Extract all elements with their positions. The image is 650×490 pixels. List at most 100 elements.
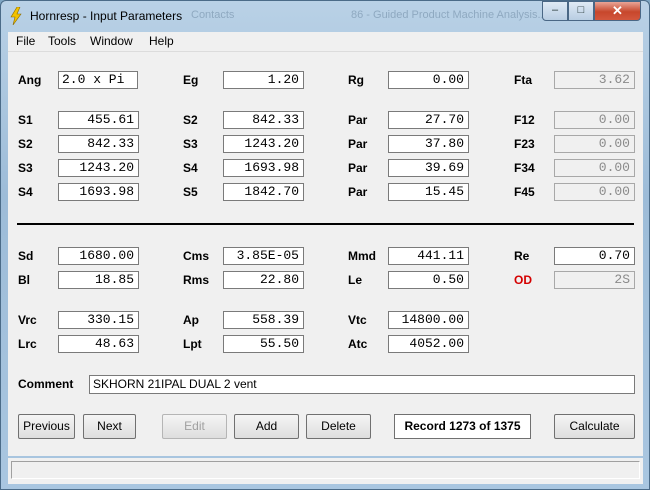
field-vtc[interactable]: 14800.00 bbox=[388, 311, 469, 329]
minimize-button[interactable]: – bbox=[542, 1, 568, 21]
label-s5: S5 bbox=[183, 185, 198, 199]
field-eg[interactable]: 1.20 bbox=[223, 71, 304, 89]
menu-window[interactable]: Window bbox=[90, 34, 133, 48]
comment-input[interactable]: SKHORN 21IPAL DUAL 2 vent bbox=[89, 375, 635, 394]
label-s2-row: S2 bbox=[18, 137, 33, 151]
add-button-label: Add bbox=[255, 419, 278, 433]
field-f34: 0.00 bbox=[554, 159, 635, 177]
label-atc: Atc bbox=[348, 337, 368, 351]
field-fta: 3.62 bbox=[554, 71, 635, 89]
label-eg: Eg bbox=[183, 73, 199, 87]
field-le[interactable]: 0.50 bbox=[388, 271, 469, 289]
label-f34: F34 bbox=[514, 161, 535, 175]
label-f45: F45 bbox=[514, 185, 535, 199]
label-rg: Rg bbox=[348, 73, 364, 87]
label-sd: Sd bbox=[18, 249, 34, 263]
calculate-button-label: Calculate bbox=[569, 419, 620, 433]
label-re: Re bbox=[514, 249, 530, 263]
field-cms[interactable]: 3.85E-05 bbox=[223, 247, 304, 265]
label-vrc: Vrc bbox=[18, 313, 37, 327]
status-bar bbox=[8, 458, 643, 484]
field-re[interactable]: 0.70 bbox=[554, 247, 635, 265]
edit-button[interactable]: Edit bbox=[162, 414, 227, 439]
section-divider bbox=[17, 223, 634, 225]
close-button[interactable]: ✕ bbox=[594, 1, 641, 21]
label-mmd: Mmd bbox=[348, 249, 376, 263]
menu-file[interactable]: File bbox=[16, 34, 35, 48]
field-ap[interactable]: 558.39 bbox=[223, 311, 304, 329]
field-s4[interactable]: 1693.98 bbox=[223, 159, 304, 177]
field-s3[interactable]: 1243.20 bbox=[223, 135, 304, 153]
label-fta: Fta bbox=[514, 73, 532, 87]
label-cms: Cms bbox=[183, 249, 210, 263]
next-button[interactable]: Next bbox=[83, 414, 136, 439]
field-s2-row[interactable]: 842.33 bbox=[58, 135, 139, 153]
field-lrc[interactable]: 48.63 bbox=[58, 335, 139, 353]
label-f12: F12 bbox=[514, 113, 535, 127]
title-bar[interactable]: Hornresp - Input Parameters Contacts 86 … bbox=[1, 1, 649, 31]
label-rms: Rms bbox=[183, 273, 210, 287]
field-par-2[interactable]: 37.80 bbox=[388, 135, 469, 153]
field-od: 2S bbox=[554, 271, 635, 289]
label-lpt: Lpt bbox=[183, 337, 202, 351]
field-f12: 0.00 bbox=[554, 111, 635, 129]
hornresp-window: Hornresp - Input Parameters Contacts 86 … bbox=[0, 0, 650, 490]
edit-button-label: Edit bbox=[184, 419, 205, 433]
label-bl: Bl bbox=[18, 273, 30, 287]
previous-button-label: Previous bbox=[23, 419, 70, 433]
background-window-text: Contacts bbox=[191, 9, 235, 21]
field-f45: 0.00 bbox=[554, 183, 635, 201]
field-s3-row[interactable]: 1243.20 bbox=[58, 159, 139, 177]
label-s3-row: S3 bbox=[18, 161, 33, 175]
label-vtc: Vtc bbox=[348, 313, 367, 327]
field-ang[interactable]: 2.0 x Pi bbox=[58, 71, 138, 89]
calculate-button[interactable]: Calculate bbox=[554, 414, 635, 439]
add-button[interactable]: Add bbox=[234, 414, 299, 439]
field-rg[interactable]: 0.00 bbox=[388, 71, 469, 89]
window-title: Hornresp - Input Parameters bbox=[30, 9, 183, 23]
lightning-app-icon bbox=[10, 7, 22, 25]
delete-button[interactable]: Delete bbox=[306, 414, 371, 439]
field-s4-row[interactable]: 1693.98 bbox=[58, 183, 139, 201]
label-ang: Ang bbox=[18, 73, 42, 87]
field-atc[interactable]: 4052.00 bbox=[388, 335, 469, 353]
label-par-2: Par bbox=[348, 137, 368, 151]
input-parameters-panel: Ang 2.0 x Pi Eg 1.20 Rg 0.00 Fta 3.62 S1… bbox=[8, 52, 643, 456]
label-comment: Comment bbox=[18, 377, 74, 391]
label-f23: F23 bbox=[514, 137, 535, 151]
label-par-1: Par bbox=[348, 113, 368, 127]
record-counter: Record 1273 of 1375 bbox=[394, 414, 531, 439]
menu-help[interactable]: Help bbox=[149, 34, 174, 48]
field-par-3[interactable]: 39.69 bbox=[388, 159, 469, 177]
field-rms[interactable]: 22.80 bbox=[223, 271, 304, 289]
field-mmd[interactable]: 441.11 bbox=[388, 247, 469, 265]
label-lrc: Lrc bbox=[18, 337, 37, 351]
status-field bbox=[11, 461, 640, 479]
field-s1[interactable]: 455.61 bbox=[58, 111, 139, 129]
field-sd[interactable]: 1680.00 bbox=[58, 247, 139, 265]
label-par-4: Par bbox=[348, 185, 368, 199]
label-s2: S2 bbox=[183, 113, 198, 127]
label-s4-row: S4 bbox=[18, 185, 33, 199]
label-od[interactable]: OD bbox=[514, 272, 532, 288]
label-s1: S1 bbox=[18, 113, 33, 127]
field-bl[interactable]: 18.85 bbox=[58, 271, 139, 289]
field-vrc[interactable]: 330.15 bbox=[58, 311, 139, 329]
previous-button[interactable]: Previous bbox=[18, 414, 75, 439]
label-le: Le bbox=[348, 273, 363, 287]
menu-tools[interactable]: Tools bbox=[48, 34, 76, 48]
next-button-label: Next bbox=[97, 419, 122, 433]
field-f23: 0.00 bbox=[554, 135, 635, 153]
label-ap: Ap bbox=[183, 313, 199, 327]
label-s3: S3 bbox=[183, 137, 198, 151]
field-lpt[interactable]: 55.50 bbox=[223, 335, 304, 353]
field-s2[interactable]: 842.33 bbox=[223, 111, 304, 129]
background-window-text-2: 86 - Guided Product Machine Analysis... bbox=[351, 9, 547, 21]
menu-bar: File Tools Window Help bbox=[8, 32, 643, 52]
label-s4: S4 bbox=[183, 161, 198, 175]
field-par-4[interactable]: 15.45 bbox=[388, 183, 469, 201]
field-s5[interactable]: 1842.70 bbox=[223, 183, 304, 201]
maximize-button[interactable]: □ bbox=[568, 1, 594, 21]
field-par-1[interactable]: 27.70 bbox=[388, 111, 469, 129]
delete-button-label: Delete bbox=[321, 419, 356, 433]
